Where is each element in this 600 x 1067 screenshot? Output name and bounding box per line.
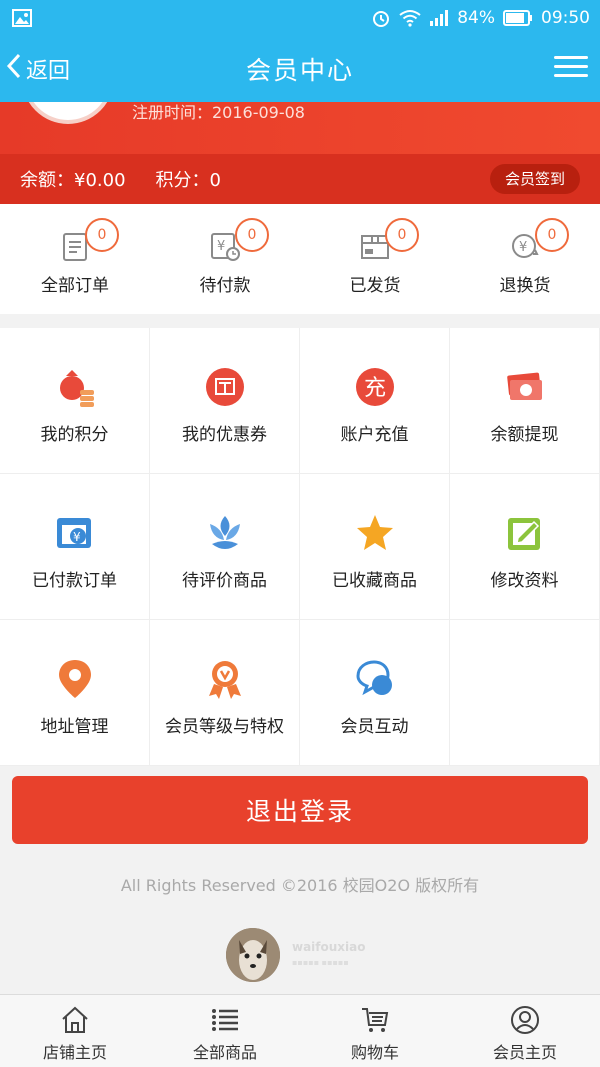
- chevron-left-icon: [6, 53, 22, 85]
- grid-label: 已付款订单: [32, 571, 117, 591]
- order-pending-payment[interactable]: ¥ 0 待付款: [150, 204, 300, 314]
- checkin-button[interactable]: 会员签到: [489, 164, 580, 194]
- profile-banner: 注册时间：2016-09-08: [0, 102, 600, 154]
- grid-recharge[interactable]: 充 账户充值: [300, 328, 450, 474]
- nav-store-home[interactable]: 店铺主页: [0, 995, 150, 1067]
- grid-label: 已收藏商品: [332, 571, 417, 591]
- order-shipped[interactable]: 0 已发货: [300, 204, 450, 314]
- developer-logo: waifouxiao: [292, 940, 366, 954]
- developer-avatar: [226, 928, 280, 982]
- grid-member-level[interactable]: 会员等级与特权: [150, 620, 300, 766]
- recharge-icon: 充: [354, 366, 396, 408]
- order-count-badge: 0: [85, 218, 119, 252]
- status-bar: 84% 09:50: [0, 0, 600, 36]
- grid-empty-cell: [450, 620, 600, 766]
- grid-edit-profile[interactable]: 修改资料: [450, 474, 600, 620]
- battery-percent: 84%: [457, 8, 495, 28]
- menu-button[interactable]: [554, 50, 588, 88]
- grid-withdraw[interactable]: 余额提现: [450, 328, 600, 474]
- balance-value: 余额：¥0.00: [20, 170, 126, 191]
- bottom-nav: 店铺主页 全部商品 购物车 会员主页: [0, 994, 600, 1067]
- nav-cart[interactable]: 购物车: [300, 995, 450, 1067]
- avatar[interactable]: [22, 102, 114, 124]
- list-icon: [210, 1005, 240, 1035]
- grid-label: 账户充值: [340, 425, 409, 445]
- cart-icon: [360, 1005, 390, 1035]
- grid-member-interaction[interactable]: 会员互动: [300, 620, 450, 766]
- coupon-icon: [204, 366, 246, 408]
- order-all[interactable]: 0 全部订单: [0, 204, 150, 314]
- withdraw-cash-icon: [504, 366, 546, 408]
- review-flower-icon: [204, 512, 246, 554]
- grid-favorites[interactable]: 已收藏商品: [300, 474, 450, 620]
- grid-label: 地址管理: [40, 717, 109, 737]
- grid-my-coupons[interactable]: 我的优惠券: [150, 328, 300, 474]
- user-icon: [510, 1005, 540, 1035]
- order-label: 待付款: [199, 276, 251, 296]
- star-icon: [354, 512, 396, 554]
- money-bag-icon: [54, 366, 96, 408]
- nav-label: 全部商品: [192, 1043, 257, 1062]
- nav-label: 会员主页: [492, 1043, 557, 1062]
- order-count-badge: 0: [385, 218, 419, 252]
- nav-all-products[interactable]: 全部商品: [150, 995, 300, 1067]
- battery-icon: [503, 10, 533, 26]
- order-return[interactable]: ¥ 0 退换货: [450, 204, 600, 314]
- grid-label: 余额提现: [490, 425, 559, 445]
- grid-label: 会员等级与特权: [165, 717, 284, 737]
- grid-label: 修改资料: [490, 571, 559, 591]
- back-label: 返回: [26, 59, 71, 84]
- register-time: 注册时间：2016-09-08: [132, 103, 305, 122]
- app-header: 返回 会员中心: [0, 36, 600, 102]
- points-value: 积分：0: [155, 170, 221, 191]
- svg-text:¥: ¥: [73, 530, 81, 544]
- medal-icon: [204, 658, 246, 700]
- svg-text:¥: ¥: [217, 239, 225, 254]
- chat-bubbles-icon: [354, 658, 396, 700]
- copyright-text: All Rights Reserved ©2016 校园O2O 版权所有: [120, 876, 480, 895]
- nav-label: 购物车: [350, 1043, 399, 1062]
- status-time: 09:50: [541, 8, 590, 28]
- order-label: 已发货: [349, 276, 401, 296]
- wifi-icon: [399, 9, 421, 27]
- signal-icon: [429, 10, 449, 26]
- gallery-notification-icon: [12, 9, 32, 27]
- svg-text:¥: ¥: [519, 240, 527, 255]
- svg-text:充: 充: [364, 376, 386, 401]
- order-label: 退换货: [499, 276, 551, 296]
- grid-label: 待评价商品: [182, 571, 267, 591]
- logout-button[interactable]: 退出登录: [12, 776, 588, 844]
- home-icon: [60, 1005, 90, 1035]
- nav-member-home[interactable]: 会员主页: [450, 995, 600, 1067]
- alarm-icon: [371, 8, 391, 28]
- developer-logo-sub: ▪▪▪▪▪ ▪▪▪▪▪: [292, 958, 349, 967]
- paid-order-icon: ¥: [54, 512, 96, 554]
- grid-paid-orders[interactable]: ¥ 已付款订单: [0, 474, 150, 620]
- service-grid: 我的积分 我的优惠券 充 账户充值 余额提现 ¥ 已付款订单 待评价商品 已收藏…: [0, 328, 600, 766]
- grid-my-points[interactable]: 我的积分: [0, 328, 150, 474]
- grid-label: 我的优惠券: [182, 425, 267, 445]
- balance-bar: 余额：¥0.00 积分：0 会员签到: [0, 154, 600, 204]
- page-title: 会员中心: [245, 56, 354, 85]
- grid-address[interactable]: 地址管理: [0, 620, 150, 766]
- back-button[interactable]: 返回: [6, 48, 70, 90]
- location-pin-icon: [54, 658, 96, 700]
- order-count-badge: 0: [535, 218, 569, 252]
- grid-label: 会员互动: [340, 717, 409, 737]
- edit-profile-icon: [504, 512, 546, 554]
- hamburger-icon: [554, 56, 588, 59]
- nav-label: 店铺主页: [42, 1043, 107, 1062]
- order-label: 全部订单: [41, 276, 109, 296]
- grid-pending-review[interactable]: 待评价商品: [150, 474, 300, 620]
- orders-row: 0 全部订单 ¥ 0 待付款 0 已发货 ¥ 0 退换货: [0, 204, 600, 314]
- order-count-badge: 0: [235, 218, 269, 252]
- grid-label: 我的积分: [40, 425, 109, 445]
